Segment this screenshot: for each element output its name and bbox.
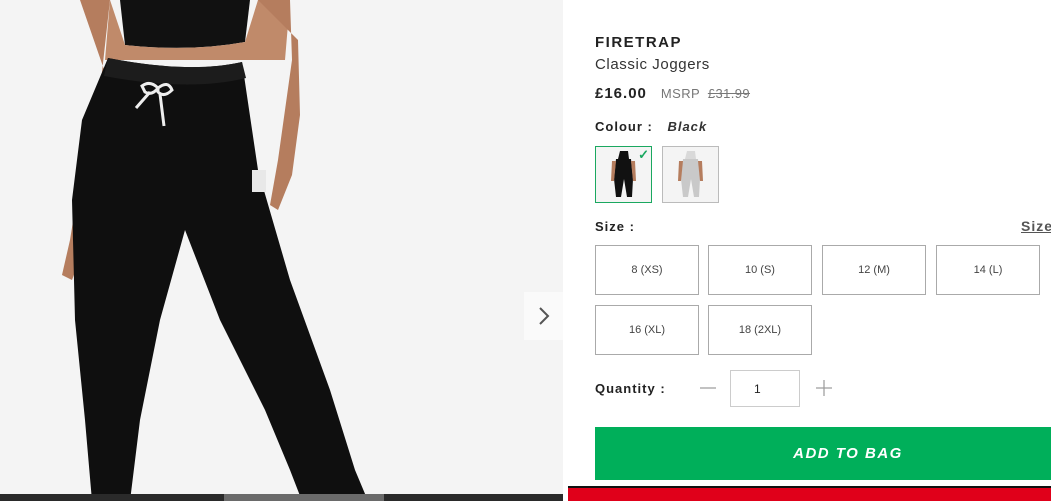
quantity-increase-button[interactable] — [813, 376, 835, 400]
gallery-scroll-thumb[interactable] — [224, 494, 384, 501]
colour-swatch-grey[interactable] — [662, 146, 719, 203]
size-option-10[interactable]: 10 (S) — [708, 245, 812, 295]
price-row: £16.00 MSRP £31.99 — [595, 85, 750, 102]
msrp-price: £31.99 — [707, 86, 751, 101]
next-image-button[interactable] — [524, 292, 563, 340]
product-info-panel: FIRETRAP Classic Joggers £16.00 MSRP £31… — [595, 0, 1051, 501]
msrp: MSRP £31.99 — [661, 86, 750, 101]
colour-row: Colour : Black — [595, 119, 707, 134]
check-icon: ✓ — [638, 147, 649, 162]
product-image — [0, 0, 563, 501]
colour-swatch-grey-image — [663, 147, 718, 202]
quantity-decrease-button[interactable] — [697, 376, 719, 400]
colour-swatch-black[interactable]: ✓ — [595, 146, 652, 203]
quantity-label: Quantity : — [595, 381, 666, 396]
quantity-input[interactable] — [730, 370, 800, 407]
size-option-8[interactable]: 8 (XS) — [595, 245, 699, 295]
colour-selected-value: Black — [667, 119, 708, 134]
minus-icon — [700, 387, 716, 389]
gallery-scrollbar[interactable] — [0, 494, 563, 501]
add-to-bag-button[interactable]: ADD TO BAG — [595, 427, 1051, 480]
promo-strip — [568, 486, 1051, 501]
product-image-gallery — [0, 0, 563, 501]
size-option-16[interactable]: 16 (XL) — [595, 305, 699, 355]
plus-icon — [816, 380, 832, 396]
colour-label: Colour : — [595, 119, 653, 134]
product-name: Classic Joggers — [595, 56, 710, 73]
chevron-right-icon — [538, 307, 549, 325]
size-guide-link[interactable]: Size — [1021, 218, 1051, 234]
product-brand: FIRETRAP — [595, 34, 682, 51]
size-option-18[interactable]: 18 (2XL) — [708, 305, 812, 355]
size-option-12[interactable]: 12 (M) — [822, 245, 926, 295]
size-option-14[interactable]: 14 (L) — [936, 245, 1040, 295]
current-price: £16.00 — [595, 85, 647, 102]
size-label: Size : — [595, 219, 635, 234]
msrp-label: MSRP — [660, 86, 700, 101]
